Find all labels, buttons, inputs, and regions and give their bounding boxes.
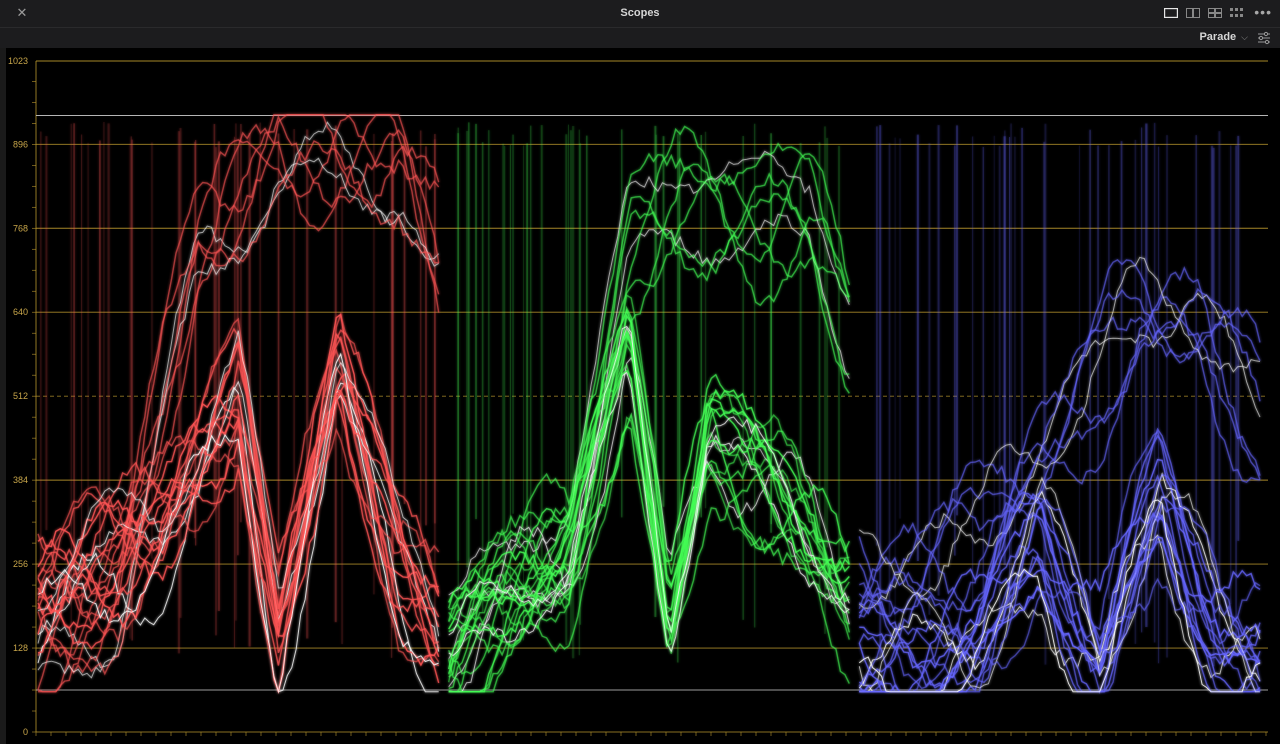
more-options-icon[interactable]: ••• — [1254, 4, 1272, 20]
blue-strand — [858, 259, 1261, 615]
green-channel-trace — [448, 122, 850, 693]
blue-strand — [858, 472, 1261, 689]
blue-strand — [858, 288, 1261, 617]
settings-sliders-icon[interactable] — [1256, 30, 1272, 46]
y-label-1023: 1023 — [8, 56, 28, 66]
multi-view-icon[interactable] — [1230, 8, 1244, 18]
y-label-512: 512 — [13, 391, 28, 401]
scope-toolbar: Parade ⌵ — [0, 28, 1280, 48]
chevron-down-icon: ⌵ — [1241, 32, 1248, 42]
y-label-896: 896 — [13, 139, 28, 149]
y-label-128: 128 — [13, 643, 28, 653]
blue-channel-trace — [858, 122, 1261, 694]
y-label-0: 0 — [23, 727, 28, 737]
y-label-640: 640 — [13, 307, 28, 317]
quad-view-icon[interactable] — [1208, 8, 1222, 18]
layout-switcher — [1164, 8, 1244, 18]
scope-traces — [37, 114, 1261, 695]
single-view-icon[interactable] — [1164, 8, 1178, 18]
dual-view-icon[interactable] — [1186, 8, 1200, 18]
parade-scope: 1023 896 768 640 512 384 256 128 0 — [8, 56, 1268, 737]
scope-mode-label: Parade — [1199, 31, 1237, 43]
y-label-256: 256 — [13, 559, 28, 569]
green-strand — [448, 125, 850, 675]
window-title: Scopes — [620, 7, 660, 19]
y-label-384: 384 — [13, 475, 28, 485]
y-axis-labels: 1023 896 768 640 512 384 256 128 0 — [8, 56, 28, 737]
title-bar: ✕ Scopes ••• — [0, 0, 1280, 28]
y-label-768: 768 — [13, 223, 28, 233]
scope-mode-dropdown[interactable]: Parade ⌵ — [1199, 31, 1248, 43]
red-channel-trace — [37, 114, 440, 695]
